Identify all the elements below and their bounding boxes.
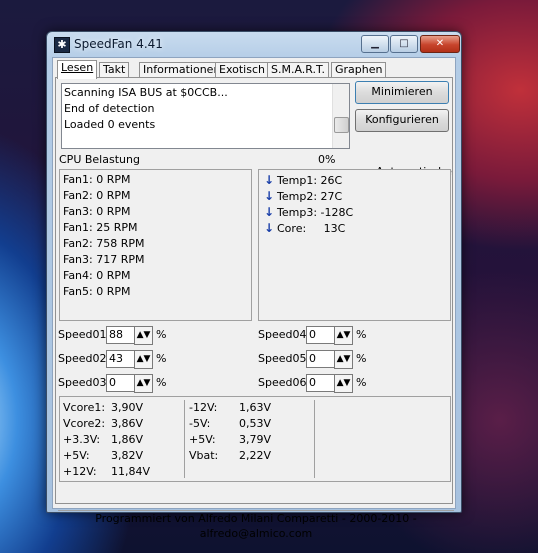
speed-label: Speed03: [58, 376, 111, 389]
voltage-row: -5V: 0,53V [189, 417, 272, 430]
column-divider [184, 400, 185, 478]
voltage-row: Vcore2: 3,86V [63, 417, 144, 430]
log-scrollbar[interactable] [332, 84, 349, 148]
fan-reading: Fan3: 0 RPM [63, 205, 131, 218]
tab-takt[interactable]: Takt [99, 62, 130, 78]
log-line: Loaded 0 events [64, 118, 156, 131]
speed-control: Speed06: 0 ▲▼ % [258, 374, 368, 393]
speed-control: Speed04: 0 ▲▼ % [258, 326, 368, 345]
percent-label: % [156, 376, 167, 389]
voltage-row: -12V: 1,63V [189, 401, 272, 414]
spinner-arrows-icon[interactable]: ▲▼ [134, 350, 153, 369]
speed-input[interactable]: 0 [306, 374, 336, 392]
fan-reading: Fan1: 0 RPM [63, 173, 131, 186]
spinner-arrows-icon[interactable]: ▲▼ [334, 350, 353, 369]
voltage-row: Vbat: 2,22V [189, 449, 272, 462]
temp-reading: ↓ Temp2: 27C [264, 189, 343, 203]
spinner-arrows-icon[interactable]: ▲▼ [134, 374, 153, 393]
voltage-row: +12V: 11,84V [63, 465, 151, 478]
speed-input[interactable]: 0 [306, 326, 336, 344]
fan-reading: Fan4: 0 RPM [63, 269, 131, 282]
voltage-row: +5V: 3,79V [189, 433, 272, 446]
speed-input[interactable]: 0 [106, 374, 136, 392]
percent-label: % [356, 352, 367, 365]
speed-label: Speed02: [58, 352, 111, 365]
log-line: End of detection [64, 102, 155, 115]
column-divider [314, 400, 315, 478]
spinner-arrows-icon[interactable]: ▲▼ [334, 326, 353, 345]
speedfan-window: ✱ SpeedFan 4.41 ▁ □ ✕ Lesen Takt Informa… [46, 31, 462, 540]
speed-label: Speed05: [258, 352, 311, 365]
spinner-arrows-icon[interactable]: ▲▼ [134, 326, 153, 345]
voltage-row: +5V: 3,82V [63, 449, 144, 462]
tab-lesen[interactable]: Lesen [57, 60, 98, 79]
speedfan-app-icon: ✱ [54, 37, 70, 53]
voltage-row: Vcore1: 3,90V [63, 401, 144, 414]
voltage-row: +3.3V: 1,86V [63, 433, 144, 446]
status-bar: Programmiert von Alfredo Milani Comparet… [58, 510, 454, 540]
percent-label: % [156, 352, 167, 365]
fan-reading: Fan2: 758 RPM [63, 237, 145, 250]
fan-reading: Fan1: 25 RPM [63, 221, 138, 234]
temperature-readings: ↓ Temp1: 26C ↓ Temp2: 27C ↓ Temp3: -128C ↓ C… [258, 169, 451, 321]
window-minimize-button[interactable]: ▁ [361, 35, 389, 53]
tab-exotisch[interactable]: Exotisch [215, 62, 269, 78]
log-line: Scanning ISA BUS at $0CCB... [64, 86, 228, 99]
scrollbar-thumb[interactable] [334, 117, 349, 133]
temp-reading: ↓ Temp1: 26C [264, 173, 343, 187]
fan-readings: Fan1: 0 RPM Fan2: 0 RPM Fan3: 0 RPM Fan1… [59, 169, 252, 321]
temp-reading: ↓ Core: 13C [264, 221, 346, 235]
tab-smart[interactable]: S.M.A.R.T. [267, 62, 329, 78]
voltage-column: -12V: 1,63V -5V: 0,53V +5V: 3,79V Vbat: 2,22… [189, 400, 271, 464]
speed-label: Speed06: [258, 376, 311, 389]
down-arrow-icon: ↓ [264, 189, 275, 203]
speed-control: Speed01: 88 ▲▼ % [58, 326, 168, 345]
fan-reading: Fan3: 717 RPM [63, 253, 145, 266]
percent-label: % [356, 328, 367, 341]
speed-input[interactable]: 88 [106, 326, 136, 344]
window-title: SpeedFan 4.41 [74, 37, 163, 51]
tab-informationen[interactable]: Informationen [139, 62, 225, 78]
down-arrow-icon: ↓ [264, 173, 275, 187]
tab-graphen[interactable]: Graphen [331, 62, 387, 78]
voltage-column: Vcore1: 3,90V Vcore2: 3,86V +3.3V: 1,86V +5… [63, 400, 150, 480]
percent-label: % [356, 376, 367, 389]
spinner-arrows-icon[interactable]: ▲▼ [334, 374, 353, 393]
window-close-button[interactable]: ✕ [420, 35, 460, 53]
speed-label: Speed01: [58, 328, 111, 341]
cpu-usage-value: 0% [318, 153, 336, 166]
percent-label: % [156, 328, 167, 341]
speed-control: Speed03: 0 ▲▼ % [58, 374, 168, 393]
client-area: Lesen Takt Informationen Exotisch S.M.A.… [52, 57, 456, 540]
down-arrow-icon: ↓ [264, 221, 275, 235]
fan-reading: Fan2: 0 RPM [63, 189, 131, 202]
window-maximize-button[interactable]: □ [390, 35, 418, 53]
title-bar[interactable]: ✱ SpeedFan 4.41 ▁ □ ✕ [47, 32, 461, 56]
voltage-readings: Vcore1: 3,90V Vcore2: 3,86V +3.3V: 1,86V +5… [59, 396, 451, 482]
speed-input[interactable]: 0 [306, 350, 336, 368]
cpu-usage-label: CPU Belastung [59, 153, 140, 166]
down-arrow-icon: ↓ [264, 205, 275, 219]
fan-reading: Fan5: 0 RPM [63, 285, 131, 298]
speed-label: Speed04: [258, 328, 311, 341]
speed-control: Speed02: 43 ▲▼ % [58, 350, 168, 369]
minimize-button[interactable]: Minimieren [355, 81, 449, 104]
configure-button[interactable]: Konfigurieren [355, 109, 449, 132]
speed-input[interactable]: 43 [106, 350, 136, 368]
lesen-panel: Scanning ISA BUS at $0CCB... End of dete… [55, 77, 454, 540]
temp-reading: ↓ Temp3: -128C [264, 205, 354, 219]
speed-control: Speed05: 0 ▲▼ % [258, 350, 368, 369]
event-log[interactable]: Scanning ISA BUS at $0CCB... End of dete… [61, 83, 350, 149]
